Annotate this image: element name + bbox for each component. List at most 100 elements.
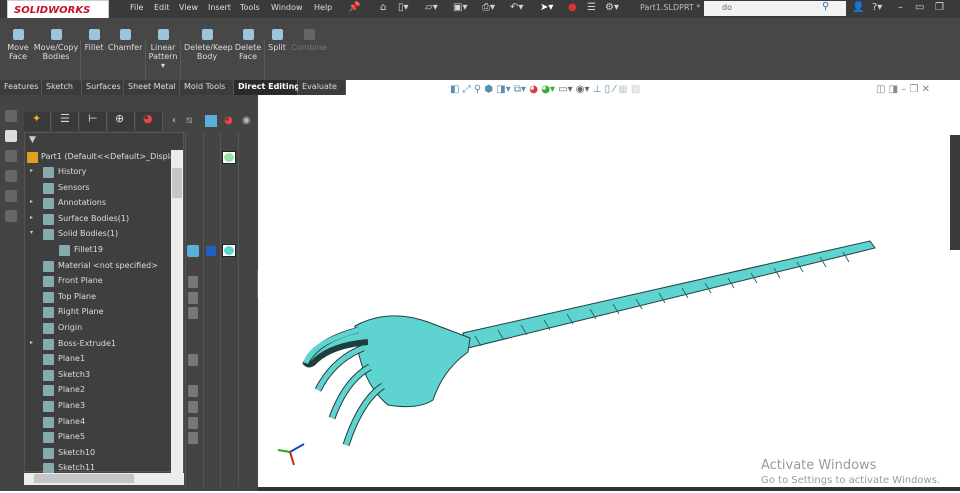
move-face-button[interactable]: Move Face (4, 26, 32, 61)
split-button[interactable]: Split (267, 26, 287, 52)
annotation-icon[interactable] (5, 210, 17, 222)
zoom-to-fit-icon[interactable]: ⤢ (463, 84, 471, 95)
view-settings-icon[interactable]: ▭▾ (558, 84, 572, 95)
tree-item[interactable]: Right Plane (24, 306, 172, 321)
visibility-column-icon[interactable]: ◉ (242, 115, 251, 126)
undo-icon[interactable]: ↶▾ (510, 2, 523, 13)
tab-sketch[interactable]: Sketch (42, 80, 82, 95)
move-copy-bodies-button[interactable]: Move/Copy Bodies (33, 26, 79, 61)
tree-item[interactable]: Sensors (24, 182, 172, 197)
cube-icon[interactable]: ▦ (618, 84, 627, 95)
plane-visibility-icon[interactable] (188, 291, 198, 304)
tree-item[interactable]: ▸ Annotations (24, 197, 172, 212)
file-properties-icon[interactable]: ☰ (587, 2, 596, 13)
user-icon[interactable]: 👤 (852, 2, 864, 13)
tab-sheet-metal[interactable]: Sheet Metal (124, 80, 180, 95)
tree-item[interactable]: ▾ Solid Bodies(1) (24, 228, 172, 243)
menu-window[interactable]: Window (271, 3, 303, 12)
select-icon[interactable]: ➤▾ (540, 2, 553, 13)
hide-show-icon[interactable]: ⧅ (186, 115, 192, 126)
appearance-swatch-body[interactable] (222, 244, 236, 257)
plane-visibility-icon[interactable] (188, 416, 198, 429)
expand-arrow-icon[interactable]: ▸ (30, 198, 33, 205)
tree-item[interactable]: Plane5 (24, 431, 172, 446)
edit-appearance-icon[interactable]: ◕ (529, 84, 538, 95)
save-icon[interactable]: ▣▾ (453, 2, 467, 13)
delete-face-button[interactable]: Delete Face (234, 26, 262, 61)
tree-item[interactable]: Sketch3 (24, 369, 172, 384)
minimize-icon[interactable]: – (898, 2, 903, 13)
menu-tools[interactable]: Tools (240, 3, 260, 12)
body-display-icon[interactable] (187, 245, 199, 257)
options-gear-icon[interactable]: ⚙▾ (605, 2, 619, 13)
home-icon[interactable]: ⌂ (380, 2, 386, 13)
tree-item[interactable]: Front Plane (24, 275, 172, 290)
filter-icon[interactable]: ▼ (29, 135, 36, 145)
move-icon[interactable]: ⊥ (593, 84, 602, 95)
appearance-column-icon[interactable]: ◕ (224, 115, 233, 126)
property-manager-tab[interactable]: ☰ (52, 112, 79, 131)
tab-direct-editing[interactable]: Direct Editing (234, 80, 300, 95)
expand-arrow-icon[interactable]: ▸ (30, 214, 33, 221)
annotation-icon[interactable] (5, 110, 17, 122)
graphics-viewport[interactable] (258, 80, 960, 491)
expand-arrow-icon[interactable]: ▸ (30, 339, 33, 346)
plane-icon[interactable]: ▯ (605, 84, 611, 95)
menu-edit[interactable]: Edit (154, 3, 170, 12)
annotation-icon[interactable] (5, 170, 17, 182)
fillet-button[interactable]: Fillet (83, 26, 105, 52)
tab-evaluate[interactable]: Evaluate (298, 80, 346, 95)
tab-features[interactable]: Features (0, 80, 42, 95)
feature-manager-tab[interactable]: ✦ (24, 112, 51, 131)
display-style-icon[interactable]: ◨▾ (496, 84, 510, 95)
appearance-swatch-part[interactable] (222, 151, 236, 164)
menu-file[interactable]: File (130, 3, 143, 12)
tree-item[interactable]: ▸ Surface Bodies(1) (24, 213, 172, 228)
tree-item[interactable]: Plane1 (24, 353, 172, 368)
plane-visibility-icon[interactable] (188, 385, 198, 398)
plane-visibility-icon[interactable] (188, 354, 198, 367)
menu-help[interactable]: Help (314, 3, 332, 12)
chamfer-button[interactable]: Chamfer (108, 26, 142, 52)
task-pane-tabs[interactable] (950, 135, 960, 250)
annotation-active-icon[interactable] (5, 130, 17, 142)
hide-show-items-icon[interactable]: ⧉▾ (514, 84, 526, 95)
image-icon[interactable]: ▨ (631, 84, 640, 95)
linear-pattern-button[interactable]: Linear Pattern ▾ (148, 26, 178, 70)
dimxpert-tab[interactable]: ⊕ (108, 112, 135, 131)
new-document-icon[interactable]: ▯▾ (398, 2, 409, 13)
search-icon[interactable]: ⚲ (822, 1, 829, 12)
menu-view[interactable]: View (179, 3, 198, 12)
expand-arrow-icon[interactable]: ▸ (30, 167, 33, 174)
tree-item[interactable]: ▸ Boss-Extrude1 (24, 338, 172, 353)
line-icon[interactable]: ⁄ (613, 84, 615, 95)
collapse-arrow-icon[interactable]: ‹ (172, 115, 176, 126)
tree-item[interactable]: Plane4 (24, 416, 172, 431)
tree-item[interactable]: Fillet19 (24, 244, 172, 259)
view-orientation-icon[interactable]: ⬢ (484, 84, 493, 95)
help-icon[interactable]: ?▾ (872, 2, 882, 13)
menu-insert[interactable]: Insert (208, 3, 231, 12)
previous-view-icon[interactable]: ◧ (450, 84, 459, 95)
body-config-icon[interactable] (206, 246, 216, 256)
tree-item[interactable]: Sketch10 (24, 447, 172, 462)
dropdown-arrow-icon[interactable]: ▾ (161, 61, 165, 70)
tree-item[interactable]: Part1 (Default<<Default>_Display (24, 151, 180, 166)
restore-icon[interactable]: ❐ (935, 2, 944, 13)
tree-item[interactable]: Top Plane (24, 291, 172, 306)
pin-icon[interactable]: 📌 (348, 2, 360, 13)
viewport-controls[interactable]: ◫ ◨ – ❐ ✕ (876, 84, 930, 95)
rebuild-icon[interactable]: ● (568, 2, 577, 13)
tree-item[interactable]: ▸ History (24, 166, 172, 181)
tree-item[interactable]: Plane2 (24, 384, 172, 399)
tree-vertical-scrollbar[interactable] (171, 150, 183, 475)
open-icon[interactable]: ▱▾ (425, 2, 438, 13)
tree-item[interactable]: Plane3 (24, 400, 172, 415)
tree-horizontal-scrollbar[interactable] (24, 473, 184, 485)
annotation-icon[interactable] (5, 190, 17, 202)
apply-scene-icon[interactable]: ◕▾ (541, 84, 555, 95)
plane-visibility-icon[interactable] (188, 276, 198, 289)
section-view-icon[interactable]: ◉▾ (576, 84, 590, 95)
solid-body-column-icon[interactable] (205, 115, 217, 127)
delete-keep-body-button[interactable]: Delete/Keep Body (184, 26, 233, 61)
